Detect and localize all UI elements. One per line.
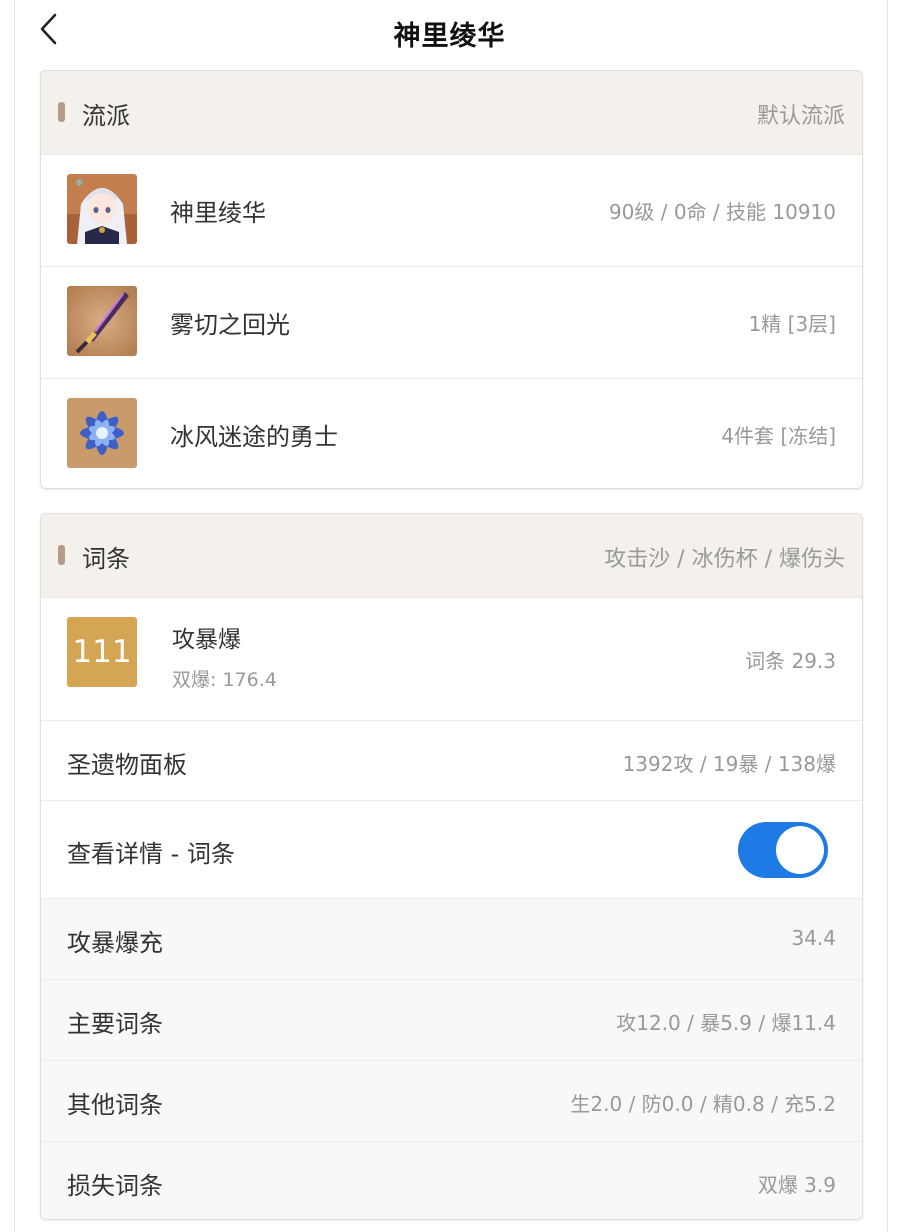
section-marker <box>58 545 65 565</box>
detail-value: 攻12.0 / 暴5.9 / 爆11.4 <box>616 1011 836 1035</box>
artifact-panel-value: 1392攻 / 19暴 / 138爆 <box>622 752 836 776</box>
detail-value: 34.4 <box>791 926 836 950</box>
details-toggle-switch[interactable] <box>738 822 828 878</box>
build-card-title: 流派 <box>82 102 130 130</box>
artifact-set-detail: 4件套 [冻结] <box>721 424 836 448</box>
svg-text:❄: ❄ <box>75 178 83 189</box>
detail-label: 主要词条 <box>67 1010 163 1038</box>
detail-row: 损失词条 双爆 3.9 <box>41 1142 862 1219</box>
detail-label: 其他词条 <box>67 1091 163 1119</box>
details-toggle-row: 查看详情 - 词条 <box>41 801 862 899</box>
artifact-set-name: 冰风迷途的勇士 <box>170 423 338 451</box>
weapon-detail: 1精 [3层] <box>748 312 836 336</box>
score-type-name: 攻暴爆 <box>172 627 241 653</box>
stats-card-title: 词条 <box>82 545 130 573</box>
stats-card-header: 词条 攻击沙 / 冰伤杯 / 爆伤头 <box>41 514 862 598</box>
weapon-name: 雾切之回光 <box>170 311 290 339</box>
character-row[interactable]: ❄ 神里绫华 90级 / 0命 / 技能 10910 <box>41 155 862 267</box>
section-marker <box>58 102 65 122</box>
details-toggle-label: 查看详情 - 词条 <box>67 840 235 868</box>
artifact-panel-label: 圣遗物面板 <box>67 751 187 779</box>
artifact-flower-icon <box>67 398 137 468</box>
detail-value: 生2.0 / 防0.0 / 精0.8 / 充5.2 <box>570 1092 836 1116</box>
detail-row: 攻暴爆充 34.4 <box>41 899 862 980</box>
substat-score: 词条 29.3 <box>745 649 836 673</box>
artifact-row[interactable]: 冰风迷途的勇士 4件套 [冻结] <box>41 379 862 488</box>
score-badge: 111 <box>67 617 137 687</box>
score-row: 111 攻暴爆 双爆: 176.4 词条 29.3 <box>41 598 862 721</box>
detail-label: 损失词条 <box>67 1172 163 1200</box>
detail-value: 双爆 3.9 <box>757 1173 836 1197</box>
character-detail: 90级 / 0命 / 技能 10910 <box>608 200 836 224</box>
main-stat-summary: 攻击沙 / 冰伤杯 / 爆伤头 <box>604 547 845 572</box>
build-preset-selector[interactable]: 默认流派 <box>757 98 845 130</box>
stats-card: 词条 攻击沙 / 冰伤杯 / 爆伤头 111 攻暴爆 双爆: 176.4 词条 … <box>40 513 863 1220</box>
build-card: 流派 默认流派 ❄ 神里绫华 90级 / 0命 / 技能 10910 雾切之回光… <box>40 70 863 489</box>
crit-value: 双爆: 176.4 <box>172 669 277 691</box>
sword-weapon-icon <box>67 286 137 356</box>
build-card-header: 流派 默认流派 <box>41 71 862 155</box>
character-name: 神里绫华 <box>170 199 266 227</box>
detail-row: 主要词条 攻12.0 / 暴5.9 / 爆11.4 <box>41 980 862 1061</box>
artifact-panel-row: 圣遗物面板 1392攻 / 19暴 / 138爆 <box>41 721 862 801</box>
detail-row: 其他词条 生2.0 / 防0.0 / 精0.8 / 充5.2 <box>41 1061 862 1142</box>
weapon-row[interactable]: 雾切之回光 1精 [3层] <box>41 267 862 379</box>
character-portrait: ❄ <box>67 174 137 244</box>
top-bar: 神里绫华 <box>0 0 899 66</box>
toggle-knob <box>776 826 824 874</box>
page-title: 神里绫华 <box>393 21 506 52</box>
detail-label: 攻暴爆充 <box>67 929 163 957</box>
